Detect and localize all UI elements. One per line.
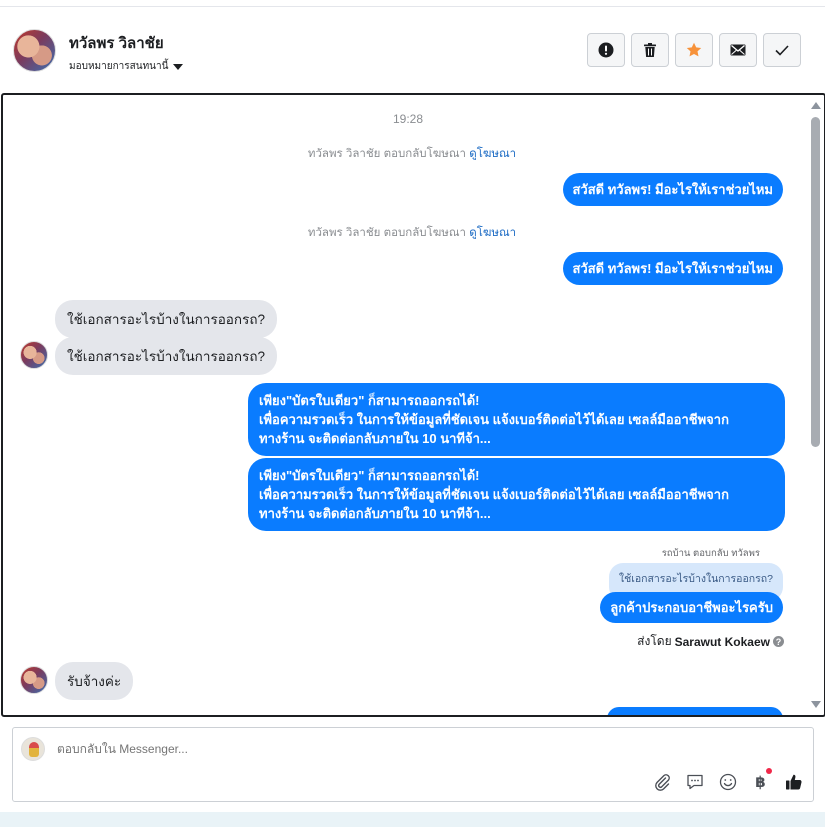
caret-down-icon: [173, 63, 184, 70]
ad-reply-text: ทวัลพร วิลาชัย ตอบกลับโฆษณา: [307, 227, 467, 239]
message-line: ทางร้าน จะติดต่อกลับภายใน 10 นาทีจ้า...: [259, 431, 491, 446]
outgoing-message-partial[interactable]: [607, 707, 783, 715]
incoming-message[interactable]: ใช้เอกสารอะไรบ้างในการออกรถ?: [55, 337, 278, 375]
incoming-message[interactable]: รับจ้างค่ะ: [55, 662, 134, 700]
ad-reply-notice: ทวัลพร วิลาชัย ตอบกลับโฆษณา ดูโฆษณา: [3, 224, 821, 242]
contact-avatar-small: [20, 666, 48, 694]
emoji-button[interactable]: [718, 772, 737, 791]
alert-icon: [598, 42, 614, 58]
message-line: เพื่อความรวดเร็ว ในการให้ข้อมูลที่ชัดเจน…: [259, 412, 729, 427]
scroll-up-arrow-icon[interactable]: [811, 102, 821, 109]
bottom-bar: [0, 812, 825, 827]
star-button[interactable]: [675, 33, 713, 67]
reply-composer: ฿: [12, 727, 814, 802]
view-ad-link[interactable]: ดูโฆษณา: [469, 148, 516, 160]
saved-replies-button[interactable]: [685, 772, 704, 791]
message-thread[interactable]: 19:28 ทวัลพร วิลาชัย ตอบกลับโฆษณา ดูโฆษณ…: [1, 93, 825, 717]
assign-label: มอบหมายการสนทนานี้: [69, 61, 169, 72]
thumbs-up-icon: [785, 774, 802, 790]
mark-spam-button[interactable]: [587, 33, 625, 67]
timestamp: 19:28: [392, 112, 424, 126]
speech-bubble-icon: [686, 774, 703, 789]
envelope-icon: [730, 44, 746, 56]
smiley-icon: [719, 773, 736, 790]
sent-by-label: ส่งโดย: [637, 634, 672, 648]
header-actions: [587, 33, 801, 67]
ad-reply-text: ทวัลพร วิลาชัย ตอบกลับโฆษณา: [307, 148, 467, 160]
star-icon: [686, 42, 702, 57]
payment-button[interactable]: ฿: [751, 768, 772, 791]
contact-avatar-small: [20, 341, 48, 369]
page-avatar: [21, 737, 45, 761]
message-line: เพียง"บัตรใบเดียว" ก็สามารถออกรถได้!: [259, 468, 480, 483]
trash-icon: [644, 43, 656, 57]
check-icon: [775, 45, 789, 56]
reply-context: รถบ้าน ตอบกลับ ทวัลพร: [661, 548, 760, 559]
mark-unread-button[interactable]: [719, 33, 757, 67]
outgoing-message[interactable]: เพียง"บัตรใบเดียว" ก็สามารถออกรถได้! เพื…: [248, 383, 785, 456]
attach-button[interactable]: [652, 772, 671, 791]
delete-button[interactable]: [631, 33, 669, 67]
scrollbar[interactable]: [809, 95, 822, 715]
help-icon[interactable]: ?: [773, 636, 784, 647]
scrollbar-thumb[interactable]: [811, 117, 820, 447]
assign-conversation-dropdown[interactable]: มอบหมายการสนทนานี้: [69, 59, 184, 74]
outgoing-reply-message[interactable]: ลูกค้าประกอบอาชีพอะไรครับ: [600, 592, 783, 623]
reply-input[interactable]: [57, 742, 657, 756]
baht-icon: ฿: [755, 773, 766, 791]
message-line: ทางร้าน จะติดต่อกลับภายใน 10 นาทีจ้า...: [259, 506, 491, 521]
outgoing-message[interactable]: สวัสดี ทวัลพร! มีอะไรให้เราช่วยไหม: [562, 173, 783, 206]
conversation-header: ทวัลพร วิลาชัย มอบหมายการสนทนานี้: [0, 7, 825, 93]
paperclip-icon: [654, 773, 670, 791]
composer-tools: ฿: [652, 768, 803, 791]
sent-by: ส่งโดย Sarawut Kokaew ?: [637, 632, 784, 651]
message-line: เพื่อความรวดเร็ว ในการให้ข้อมูลที่ชัดเจน…: [259, 487, 729, 502]
contact-avatar[interactable]: [13, 29, 56, 72]
scroll-down-arrow-icon[interactable]: [811, 701, 821, 708]
like-button[interactable]: [784, 772, 803, 791]
view-ad-link[interactable]: ดูโฆษณา: [469, 227, 516, 239]
outgoing-message[interactable]: สวัสดี ทวัลพร! มีอะไรให้เราช่วยไหม: [562, 252, 783, 285]
incoming-message[interactable]: ใช้เอกสารอะไรบ้างในการออกรถ?: [55, 300, 278, 338]
notification-dot: [766, 768, 772, 774]
contact-name[interactable]: ทวัลพร วิลาชัย: [69, 31, 164, 55]
outgoing-message[interactable]: เพียง"บัตรใบเดียว" ก็สามารถออกรถได้! เพื…: [248, 458, 785, 531]
mark-done-button[interactable]: [763, 33, 801, 67]
message-line: เพียง"บัตรใบเดียว" ก็สามารถออกรถได้!: [259, 393, 480, 408]
ad-reply-notice: ทวัลพร วิลาชัย ตอบกลับโฆษณา ดูโฆษณา: [3, 145, 821, 163]
sent-by-name: Sarawut Kokaew: [674, 634, 770, 649]
